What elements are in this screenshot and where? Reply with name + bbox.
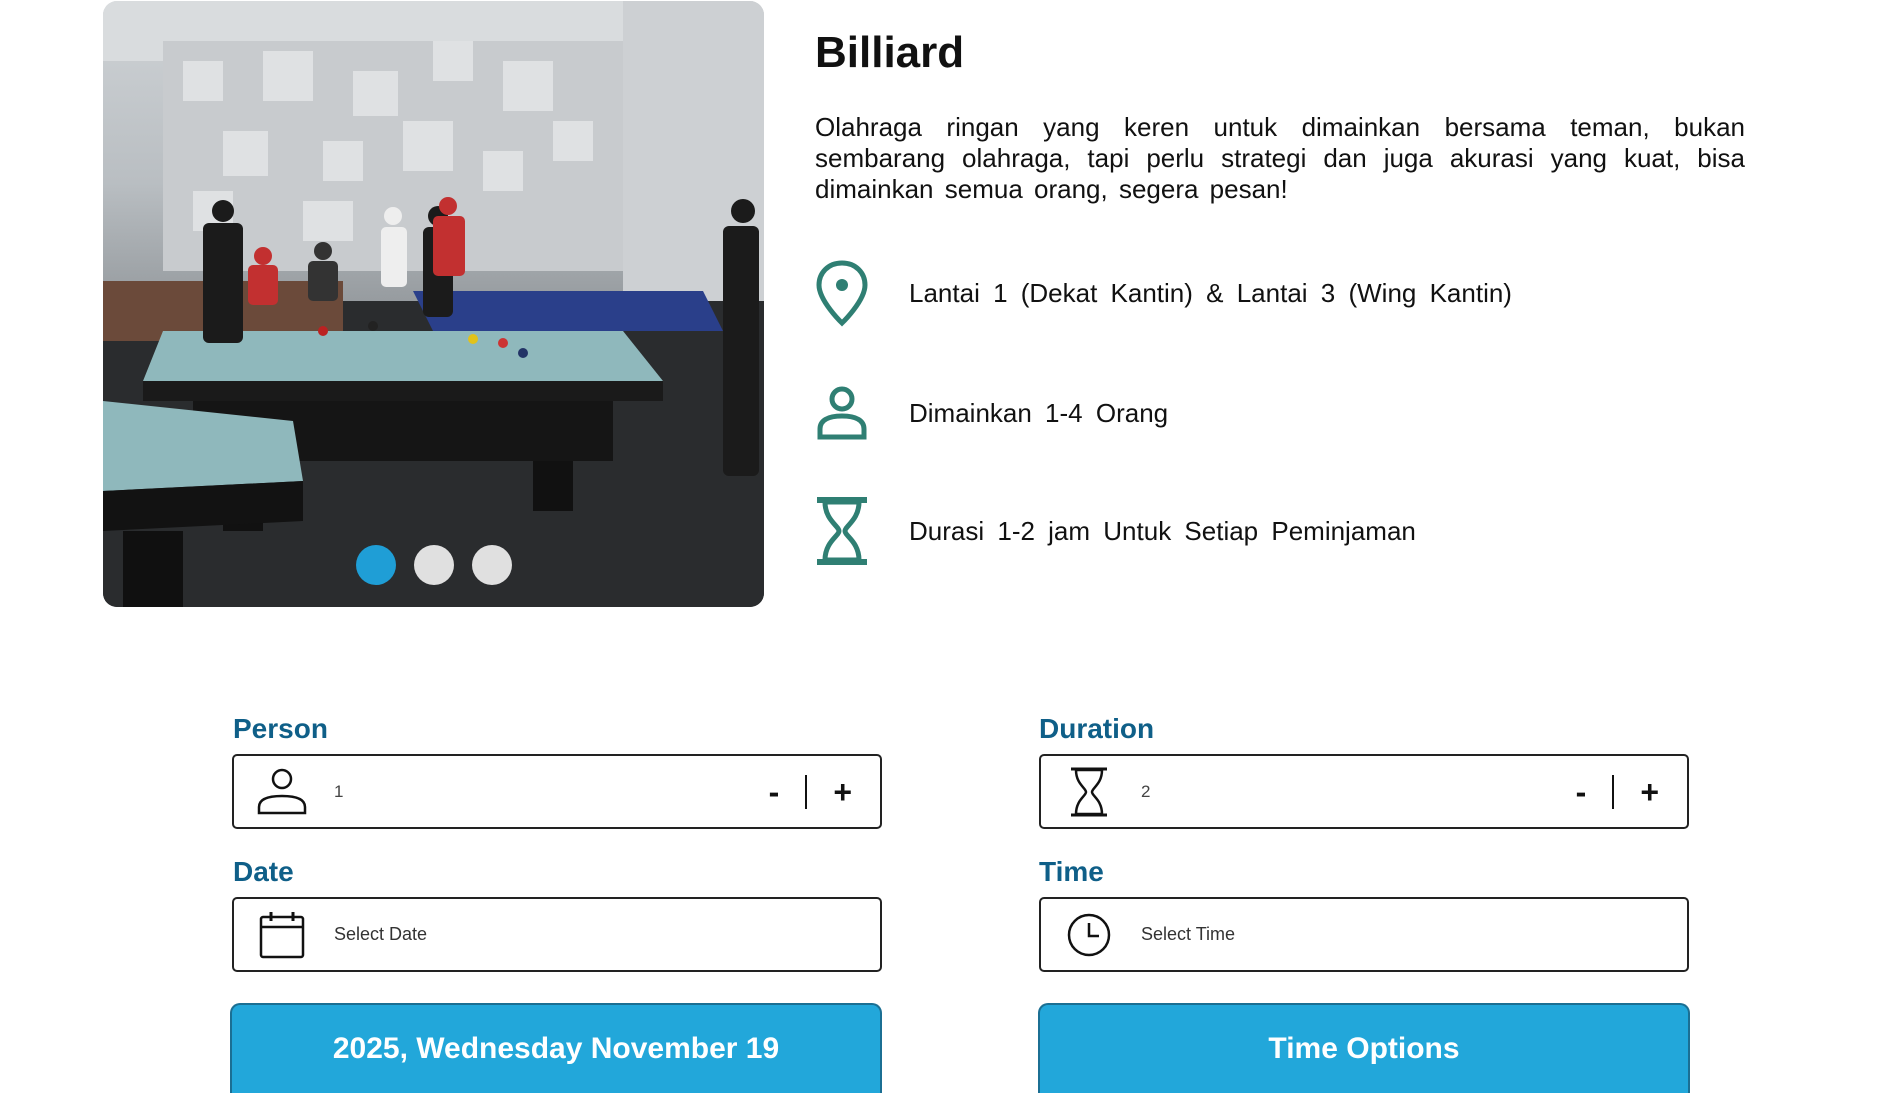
duration-label: Duration <box>1039 713 1155 744</box>
person-field: 1 - + <box>232 754 882 829</box>
time-placeholder: Select Time <box>1141 924 1236 944</box>
date-label: Date <box>233 856 294 887</box>
person-outline-icon <box>254 764 310 820</box>
person-decrement-button[interactable]: - <box>765 776 784 808</box>
person-label: Person <box>233 713 328 744</box>
location-pin-icon <box>815 258 869 328</box>
hourglass-icon <box>815 496 869 566</box>
calendar-icon <box>254 907 310 963</box>
facility-title: Billiard <box>815 28 965 77</box>
feature-location: Lantai 1 (Dekat Kantin) & Lantai 3 (Wing… <box>815 258 1512 328</box>
stepper-divider <box>805 774 808 809</box>
image-carousel[interactable] <box>103 1 764 607</box>
duration-increment-button[interactable]: + <box>1636 776 1663 808</box>
facility-description: Olahraga ringan yang keren untuk dimaink… <box>815 112 1745 204</box>
person-icon <box>815 378 869 448</box>
feature-location-text: Lantai 1 (Dekat Kantin) & Lantai 3 (Wing… <box>909 277 1512 308</box>
duration-decrement-button[interactable]: - <box>1572 776 1591 808</box>
duration-value: 2 <box>1141 781 1151 801</box>
date-placeholder: Select Date <box>334 924 428 944</box>
feature-duration: Durasi 1-2 jam Untuk Setiap Peminjaman <box>815 496 1416 566</box>
carousel-dot-3[interactable] <box>471 545 512 585</box>
duration-field: 2 - + <box>1039 754 1689 829</box>
feature-players-text: Dimainkan 1-4 Orang <box>909 397 1169 428</box>
person-stepper: - + <box>765 774 856 809</box>
time-picker-field[interactable]: Select Time <box>1039 897 1689 972</box>
carousel-dot-2[interactable] <box>413 545 454 585</box>
selected-date-button[interactable]: 2025, Wednesday November 19 <box>230 1003 882 1093</box>
feature-players: Dimainkan 1-4 Orang <box>815 378 1168 448</box>
time-label: Time <box>1039 856 1104 887</box>
feature-duration-text: Durasi 1-2 jam Untuk Setiap Peminjaman <box>909 515 1416 546</box>
date-picker-field[interactable]: Select Date <box>232 897 882 972</box>
clock-icon <box>1061 907 1117 963</box>
hourglass-outline-icon <box>1061 764 1117 820</box>
stepper-divider <box>1612 774 1615 809</box>
billiard-room-photo <box>103 1 764 607</box>
person-increment-button[interactable]: + <box>829 776 856 808</box>
carousel-dot-1[interactable] <box>355 545 396 585</box>
time-options-button[interactable]: Time Options <box>1038 1003 1690 1093</box>
carousel-dots <box>103 545 764 585</box>
duration-stepper: - + <box>1572 774 1663 809</box>
person-count-value: 1 <box>334 781 344 801</box>
